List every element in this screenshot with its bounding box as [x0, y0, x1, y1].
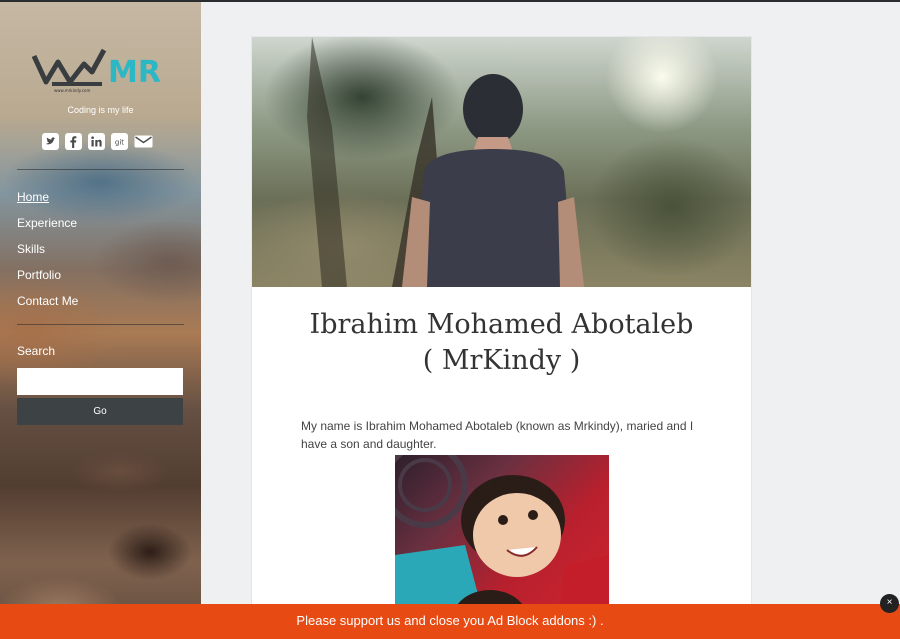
- nav-item-experience[interactable]: Experience: [17, 214, 78, 240]
- email-icon[interactable]: [134, 133, 153, 150]
- svg-text:git: git: [115, 139, 124, 147]
- hero-image: [252, 37, 751, 287]
- search-input[interactable]: [17, 368, 183, 395]
- tagline: Coding is my life: [67, 105, 134, 115]
- adblock-close-button[interactable]: ×: [880, 594, 899, 613]
- adblock-banner: Please support us and close you Ad Block…: [0, 604, 900, 639]
- post-card: Ibrahim Mohamed Abotaleb ( MrKindy ) My …: [251, 36, 752, 639]
- post-title-line1: Ibrahim Mohamed Abotaleb: [309, 309, 694, 340]
- nav-item-skills[interactable]: Skills: [17, 240, 78, 266]
- social-links: git: [42, 133, 153, 150]
- nav-item-home[interactable]: Home: [17, 188, 78, 214]
- git-icon[interactable]: git: [111, 133, 128, 150]
- nav-item-contact[interactable]: Contact Me: [17, 292, 78, 318]
- logo-text: MR: [108, 55, 161, 90]
- twitter-icon[interactable]: [42, 133, 59, 150]
- main-nav: Home Experience Skills Portfolio Contact…: [17, 188, 78, 318]
- post-title-line2: ( MrKindy ): [422, 345, 581, 376]
- sidebar-divider: [17, 324, 184, 325]
- sidebar-divider: [17, 169, 184, 170]
- search-go-button[interactable]: Go: [17, 398, 183, 425]
- nav-item-portfolio[interactable]: Portfolio: [17, 266, 78, 292]
- search-label: Search: [17, 344, 56, 358]
- logo-url: www.mrkindy.com: [54, 88, 90, 93]
- post-title: Ibrahim Mohamed Abotaleb ( MrKindy ): [252, 307, 751, 379]
- facebook-icon[interactable]: [65, 133, 82, 150]
- linkedin-icon[interactable]: [88, 133, 105, 150]
- site-logo[interactable]: MR www.mrkindy.com: [32, 42, 162, 94]
- post-intro: My name is Ibrahim Mohamed Abotaleb (kno…: [301, 419, 694, 451]
- sidebar: MR www.mrkindy.com Coding is my life git…: [0, 2, 201, 639]
